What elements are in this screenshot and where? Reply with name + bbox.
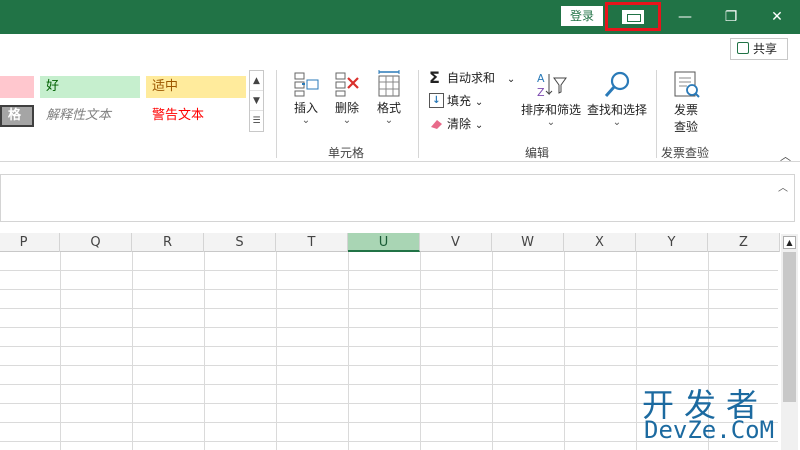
restore-button[interactable]: ❐: [708, 0, 754, 34]
clear-button[interactable]: 清除 ⌄: [427, 114, 483, 134]
column-header[interactable]: Y: [636, 233, 708, 252]
style-neutral[interactable]: 适中: [146, 76, 246, 98]
svg-text:A: A: [537, 72, 545, 85]
collapse-formula-bar-icon[interactable]: ︿: [778, 179, 788, 194]
chevron-down-icon: ⌄: [301, 115, 311, 126]
title-bar: 登录 — ❐ ✕: [0, 0, 800, 34]
sigma-icon: Σ: [429, 68, 440, 87]
invoice-check-label-1: 发票: [673, 103, 698, 117]
login-button[interactable]: 登录: [561, 6, 603, 26]
chevron-down-icon: ⌄: [342, 115, 352, 126]
column-header[interactable]: P: [0, 233, 60, 252]
delete-icon: [335, 72, 359, 97]
insert-icon: [294, 72, 319, 97]
delete-label: 删除: [334, 101, 359, 115]
format-label: 格式: [376, 101, 401, 115]
column-header[interactable]: Q: [60, 233, 132, 252]
find-select-label: 查找和选择: [586, 103, 647, 117]
column-header[interactable]: S: [204, 233, 276, 252]
share-icon: [737, 42, 749, 54]
eraser-icon: [429, 116, 444, 131]
style-good[interactable]: 好: [40, 76, 140, 98]
insert-button[interactable]: 插入 ⌄: [284, 70, 328, 126]
editing-group-label: 编辑: [525, 146, 550, 160]
style-gallery-scroll: ▲ ▼ ☰: [249, 70, 264, 132]
style-warning[interactable]: 警告文本: [146, 105, 246, 127]
group-separator: [418, 70, 419, 158]
sort-filter-icon: A Z: [537, 72, 567, 99]
chevron-down-icon: ⌄: [474, 120, 484, 131]
column-header[interactable]: T: [276, 233, 348, 252]
format-icon: [378, 70, 400, 97]
invoice-check-button[interactable]: 发票 查验: [664, 70, 708, 135]
autosum-label: 自动求和: [447, 71, 496, 85]
formula-bar-area[interactable]: ︿: [0, 174, 795, 222]
column-header[interactable]: Z: [708, 233, 780, 252]
minimize-button[interactable]: —: [662, 0, 708, 34]
watermark-line2: DevZe.CoM: [644, 416, 775, 444]
column-header[interactable]: R: [132, 233, 204, 252]
chevron-down-icon: ⌄: [474, 97, 484, 108]
sort-filter-button[interactable]: A Z 排序和筛选 ⌄: [519, 70, 583, 128]
scroll-up-icon[interactable]: ▲: [783, 236, 796, 249]
chevron-down-icon: ⌄: [506, 74, 516, 85]
clear-label: 清除: [447, 117, 472, 131]
style-explanatory[interactable]: 解释性文本: [40, 105, 140, 127]
column-header-row: P Q R S T U V W X Y Z: [0, 233, 780, 252]
fill-button[interactable]: ↓ 填充 ⌄: [427, 91, 483, 111]
chevron-down-icon: ⌄: [612, 117, 622, 128]
fill-label: 填充: [447, 94, 472, 108]
ribbon-display-options-button[interactable]: [605, 2, 661, 31]
column-header[interactable]: V: [420, 233, 492, 252]
invoice-group-label: 发票查验: [661, 146, 710, 160]
gallery-up-icon[interactable]: ▲: [250, 71, 263, 91]
chevron-down-icon: ⌄: [384, 115, 394, 126]
invoice-check-icon: [674, 71, 700, 98]
ribbon-display-icon: [622, 10, 644, 24]
insert-label: 插入: [293, 101, 318, 115]
watermark-logo: 开发者 DevZe.CoM: [640, 380, 790, 445]
style-check-cell[interactable]: 格: [0, 105, 34, 127]
close-button[interactable]: ✕: [754, 0, 800, 34]
share-button[interactable]: 共享: [730, 38, 788, 60]
format-button[interactable]: 格式 ⌄: [367, 70, 411, 126]
chevron-down-icon: ⌄: [546, 117, 556, 128]
group-separator: [656, 70, 657, 158]
ribbon: 共享 好 适中 格 解释性文本 警告文本 ▲ ▼ ☰ 插入 ⌄ 删除 ⌄ 格式 …: [0, 34, 800, 164]
column-header-selected[interactable]: U: [348, 233, 420, 252]
delete-button[interactable]: 删除 ⌄: [325, 70, 369, 126]
svg-text:Z: Z: [537, 86, 545, 99]
gallery-down-icon[interactable]: ▼: [250, 91, 263, 111]
sort-filter-label: 排序和筛选: [520, 103, 581, 117]
column-header[interactable]: W: [492, 233, 564, 252]
invoice-check-label-2: 查验: [673, 120, 698, 134]
share-label: 共享: [753, 42, 778, 56]
group-separator: [276, 70, 277, 158]
style-bad[interactable]: [0, 76, 34, 98]
collapse-ribbon-icon[interactable]: ︿: [780, 148, 791, 164]
fill-down-icon: ↓: [429, 93, 444, 108]
column-header[interactable]: X: [564, 233, 636, 252]
find-select-button[interactable]: 查找和选择 ⌄: [585, 70, 649, 128]
cells-group-label: 单元格: [328, 146, 365, 160]
magnifier-icon: [604, 71, 630, 97]
gallery-more-icon[interactable]: ☰: [250, 111, 263, 131]
autosum-button[interactable]: Σ 自动求和 ⌄: [427, 68, 515, 88]
